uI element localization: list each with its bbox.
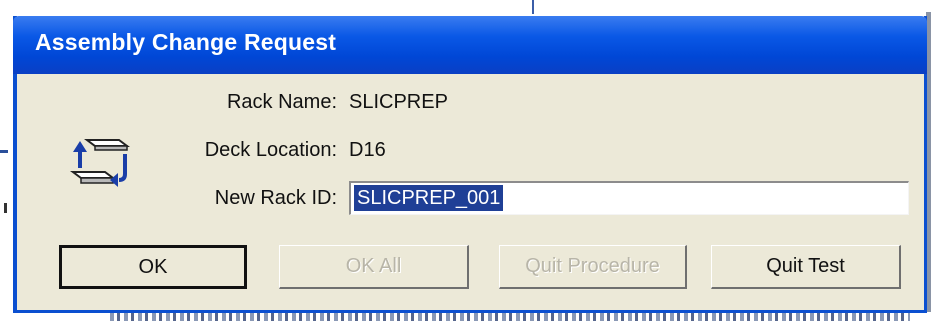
new-rack-id-label: New Rack ID: xyxy=(214,187,337,209)
deck-location-value: D16 xyxy=(349,139,386,161)
background-tick xyxy=(4,203,7,213)
ok-all-button[interactable]: OK All xyxy=(279,245,469,289)
background-line xyxy=(532,0,534,14)
dialog-title: Assembly Change Request xyxy=(35,29,337,55)
deck-location-label: Deck Location: xyxy=(204,139,337,161)
rack-name-value: SLICPREP xyxy=(349,91,448,113)
background-strip xyxy=(110,313,910,321)
background-mark xyxy=(0,150,8,153)
quit-procedure-button[interactable]: Quit Procedure xyxy=(499,245,687,289)
dialog-titlebar[interactable]: Assembly Change Request xyxy=(13,16,927,74)
dialog-body: Rack Name: SLICPREP Deck Location: D16 N… xyxy=(17,74,924,310)
new-rack-id-selected-text[interactable]: SLICPREP_001 xyxy=(354,185,504,211)
assembly-change-dialog: Assembly Change Request Rack Name: SLICP… xyxy=(13,16,927,313)
ok-button[interactable]: OK xyxy=(59,245,247,289)
rack-name-label: Rack Name: xyxy=(226,91,337,113)
quit-test-button[interactable]: Quit Test xyxy=(711,245,901,289)
